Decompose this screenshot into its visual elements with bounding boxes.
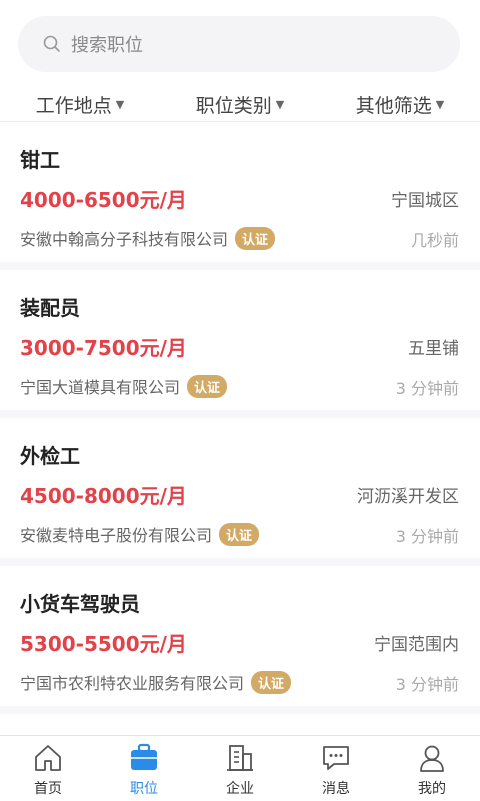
bottom-tab-bar: 首页 职位 企业 消息 我的 xyxy=(0,735,480,801)
tab-profile[interactable]: 我的 xyxy=(384,736,480,801)
search-placeholder: 搜索职位 xyxy=(71,35,143,56)
job-salary: 4500-8000元/月 xyxy=(20,484,187,508)
message-icon xyxy=(323,746,349,770)
filter-location[interactable]: 工作地点 ▼ xyxy=(0,88,160,120)
job-location: 五里铺 xyxy=(408,339,459,359)
job-title: 装配员 xyxy=(20,296,80,320)
company-name: 宁国大道模具有限公司 xyxy=(20,378,181,397)
tab-jobs[interactable]: 职位 xyxy=(96,736,192,801)
verified-badge: 认证 xyxy=(235,226,276,250)
job-title: 外检工 xyxy=(20,444,80,468)
job-company: 安徽中翰高分子科技有限公司 认证 xyxy=(20,226,276,250)
job-location: 河沥溪开发区 xyxy=(357,487,459,507)
job-company: 宁国大道模具有限公司 认证 xyxy=(20,374,228,398)
search-icon xyxy=(43,35,60,52)
tab-home[interactable]: 首页 xyxy=(0,736,96,801)
job-card[interactable]: 装配员 3000-7500元/月 五里铺 宁国大道模具有限公司 认证 3 分钟前 xyxy=(0,270,480,418)
filter-other[interactable]: 其他筛选 ▼ xyxy=(320,88,480,120)
verified-badge: 认证 xyxy=(187,374,228,398)
job-time: 3 分钟前 xyxy=(395,675,459,694)
job-company: 宁国市农利特农业服务有限公司 认证 xyxy=(20,670,292,694)
home-icon xyxy=(35,745,61,771)
job-time: 3 分钟前 xyxy=(395,527,459,546)
tab-profile-label: 我的 xyxy=(418,781,446,797)
company-name: 宁国市农利特农业服务有限公司 xyxy=(20,674,245,693)
job-company: 安徽麦特电子股份有限公司 认证 xyxy=(20,522,260,546)
filter-category-label: 职位类别 xyxy=(195,94,272,117)
job-location: 宁国城区 xyxy=(391,191,459,211)
user-icon xyxy=(420,745,444,772)
company-name: 安徽麦特电子股份有限公司 xyxy=(20,526,213,545)
caret-down-icon: ▼ xyxy=(435,97,445,111)
briefcase-icon xyxy=(131,743,157,770)
job-card[interactable]: 钳工 4000-6500元/月 宁国城区 安徽中翰高分子科技有限公司 认证 几秒… xyxy=(0,122,480,270)
job-salary: 4000-6500元/月 xyxy=(20,188,187,212)
job-time: 3 分钟前 xyxy=(395,379,459,398)
tab-company[interactable]: 企业 xyxy=(192,736,288,801)
filter-bar: 工作地点 ▼ 职位类别 ▼ 其他筛选 ▼ xyxy=(0,88,480,120)
verified-badge: 认证 xyxy=(219,522,260,546)
job-list: 钳工 4000-6500元/月 宁国城区 安徽中翰高分子科技有限公司 认证 几秒… xyxy=(0,122,480,714)
caret-down-icon: ▼ xyxy=(115,97,125,111)
company-name: 安徽中翰高分子科技有限公司 xyxy=(20,230,229,249)
tab-messages[interactable]: 消息 xyxy=(288,736,384,801)
job-title: 钳工 xyxy=(20,148,60,172)
building-icon xyxy=(227,745,253,771)
job-title: 小货车驾驶员 xyxy=(20,592,140,616)
tab-jobs-label: 职位 xyxy=(130,781,158,797)
job-card[interactable]: 外检工 4500-8000元/月 河沥溪开发区 安徽麦特电子股份有限公司 认证 … xyxy=(0,418,480,566)
filter-location-label: 工作地点 xyxy=(35,94,112,117)
search-bar[interactable]: 搜索职位 xyxy=(18,16,460,72)
filter-category[interactable]: 职位类别 ▼ xyxy=(160,88,320,120)
job-card[interactable]: 小货车驾驶员 5300-5500元/月 宁国范围内 宁国市农利特农业服务有限公司… xyxy=(0,566,480,714)
filter-other-label: 其他筛选 xyxy=(355,94,432,117)
job-salary: 3000-7500元/月 xyxy=(20,336,187,360)
job-salary: 5300-5500元/月 xyxy=(20,632,187,656)
caret-down-icon: ▼ xyxy=(275,97,285,111)
verified-badge: 认证 xyxy=(251,670,292,694)
tab-messages-label: 消息 xyxy=(322,781,350,797)
tab-company-label: 企业 xyxy=(226,781,254,797)
tab-home-label: 首页 xyxy=(34,781,62,797)
job-location: 宁国范围内 xyxy=(374,635,459,655)
job-time: 几秒前 xyxy=(410,231,459,250)
